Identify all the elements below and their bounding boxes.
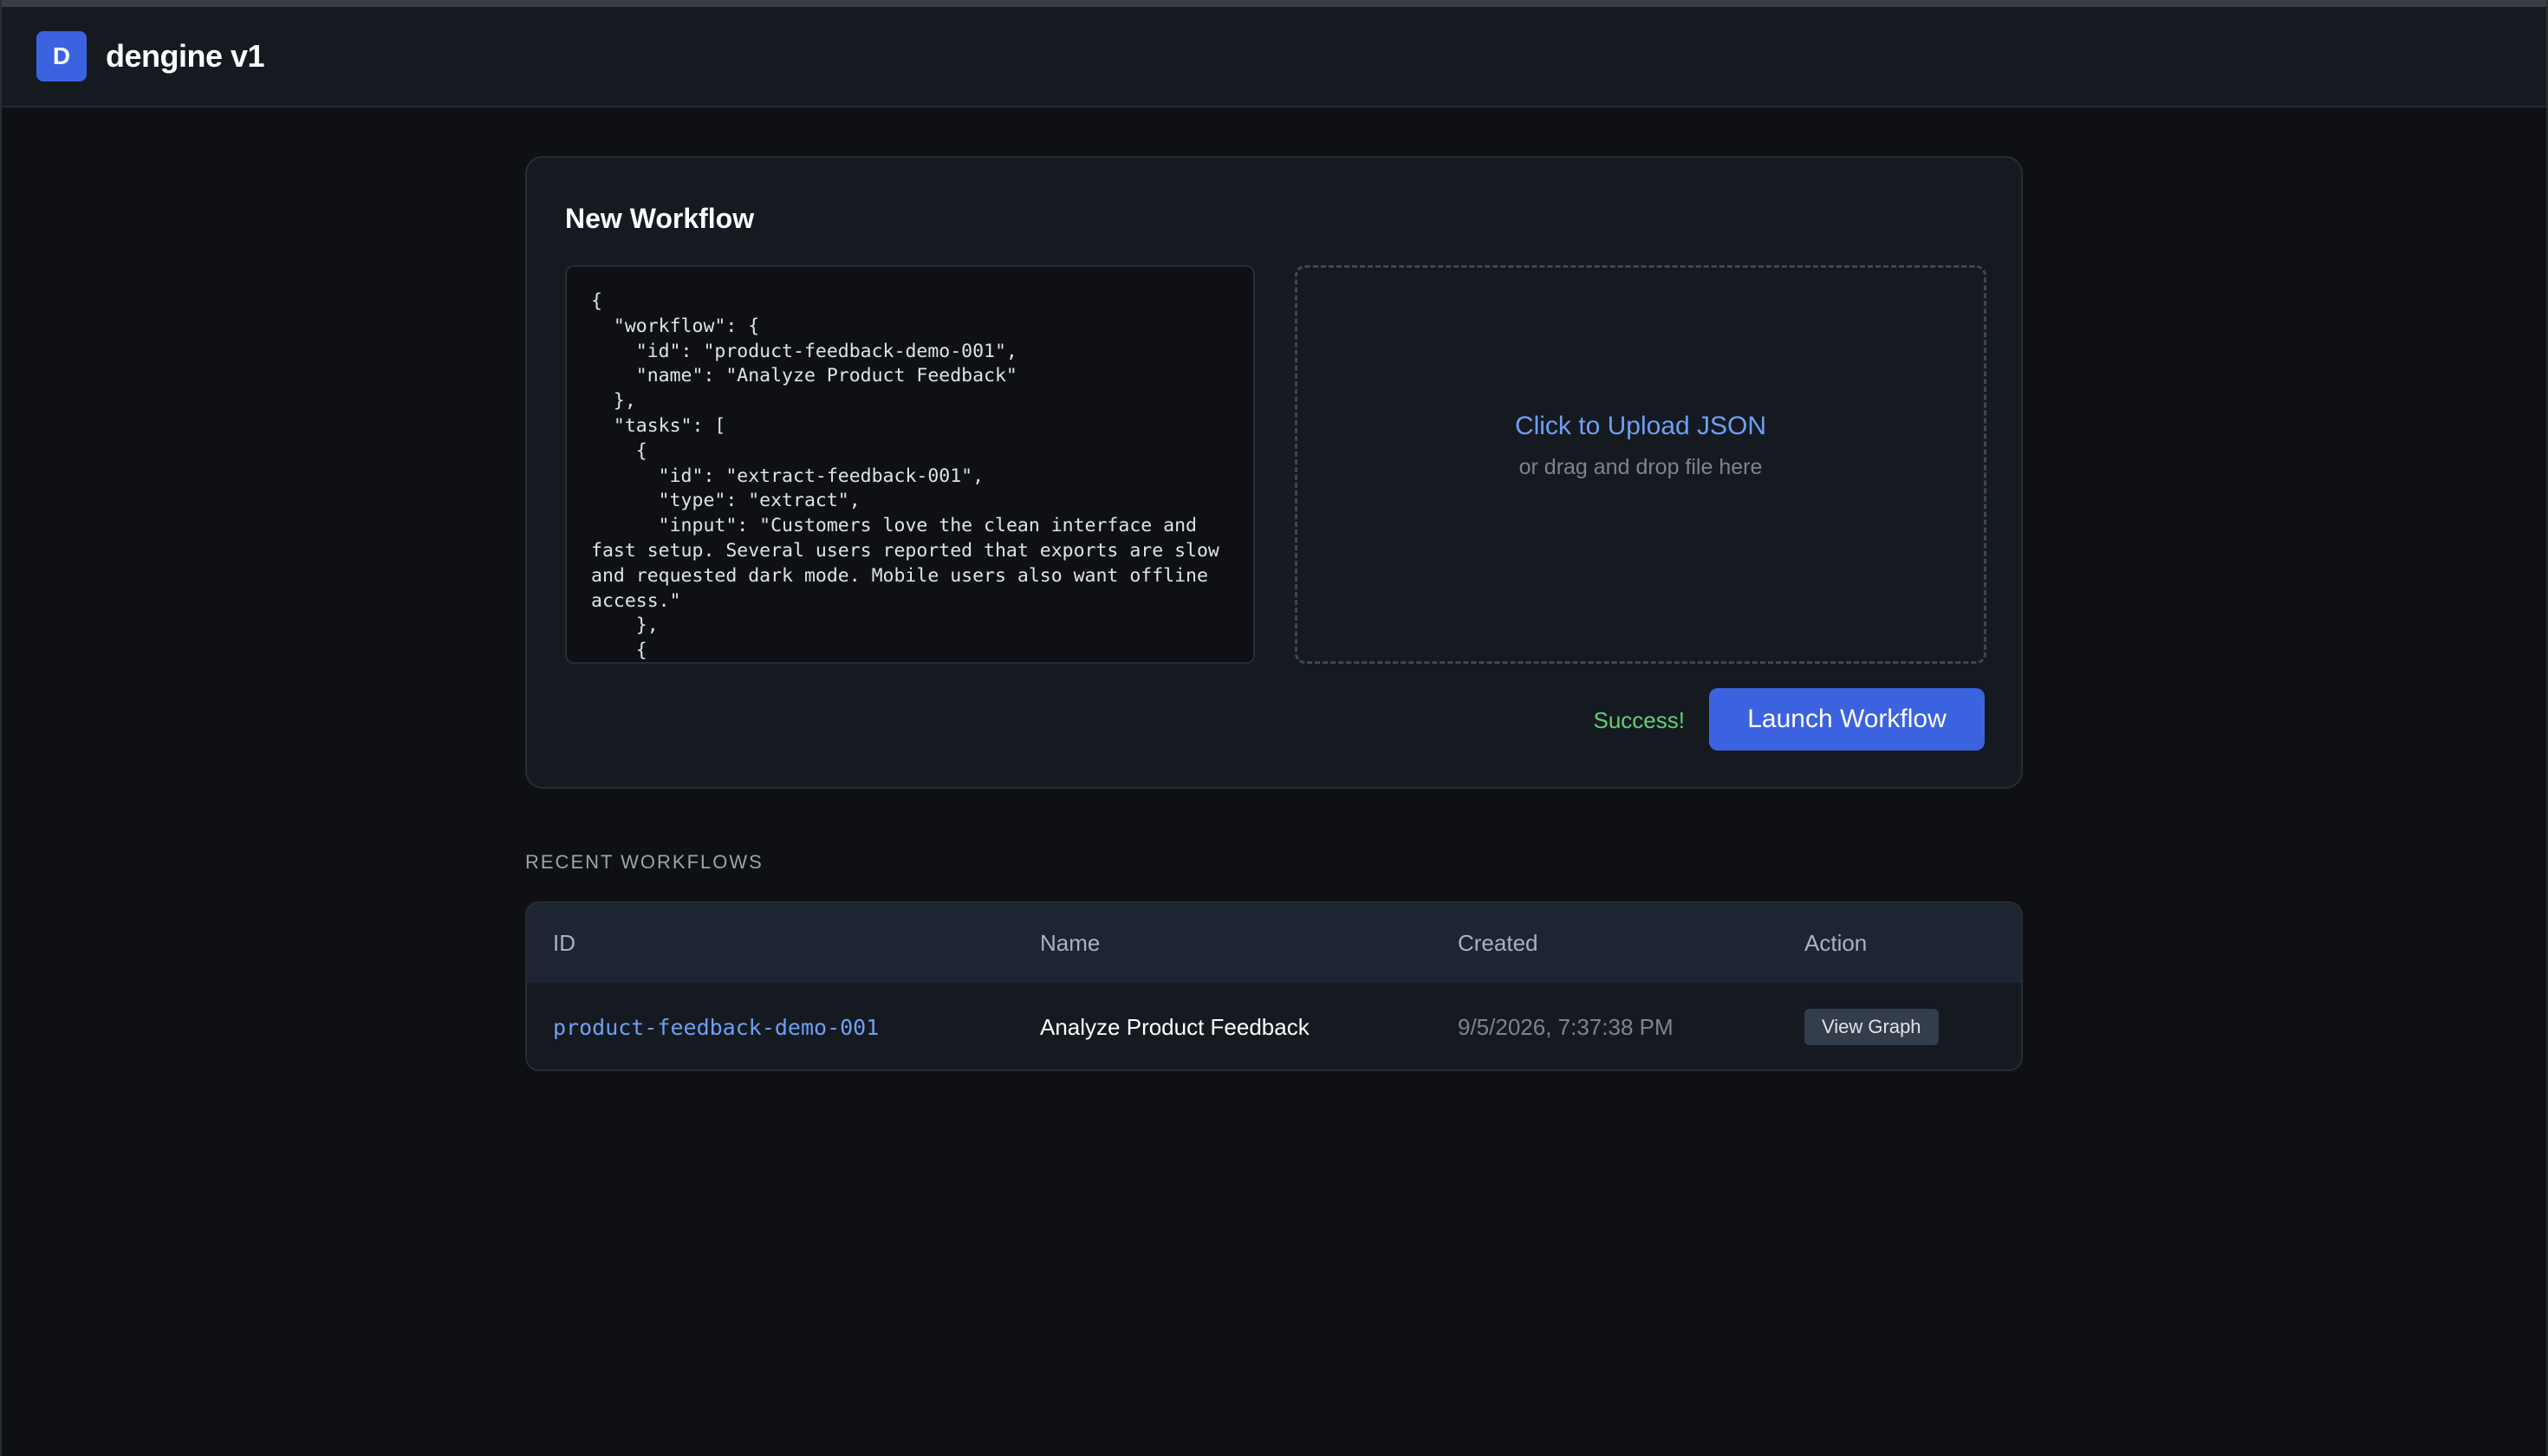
action-cell: View Graph (1804, 1009, 1939, 1045)
column-header-id: ID (553, 929, 575, 956)
view-graph-button[interactable]: View Graph (1804, 1009, 1939, 1045)
upload-hint: or drag and drop file here (1518, 454, 1763, 479)
launch-workflow-button[interactable]: Launch Workflow (1709, 688, 1985, 751)
new-workflow-card: New Workflow { "workflow": { "id": "prod… (525, 156, 2023, 789)
column-header-name: Name (1040, 929, 1101, 956)
column-header-created: Created (1458, 929, 1538, 956)
column-header-action: Action (1804, 929, 1868, 956)
workflow-json-editor[interactable]: { "workflow": { "id": "product-feedback-… (565, 265, 1255, 664)
upload-link[interactable]: Click to Upload JSON (1515, 412, 1766, 441)
recent-workflows-heading: RECENT WORKFLOWS (525, 851, 764, 873)
status-message: Success! (1593, 707, 1686, 733)
table-row: product-feedback-demo-001 Analyze Produc… (527, 983, 2021, 1069)
workflow-id-link[interactable]: product-feedback-demo-001 (553, 1015, 879, 1040)
workflow-created: 9/5/2026, 7:37:38 PM (1458, 1013, 1674, 1040)
upload-dropzone[interactable]: Click to Upload JSON or drag and drop fi… (1295, 265, 1986, 664)
table-header: ID Name Created Action (527, 903, 2021, 983)
top-bar: D dengine v1 (0, 0, 2548, 107)
recent-workflows-table: ID Name Created Action product-feedback-… (525, 901, 2023, 1071)
new-workflow-title: New Workflow (565, 203, 755, 234)
app-title: dengine v1 (106, 38, 265, 74)
workflow-name: Analyze Product Feedback (1040, 1013, 1310, 1040)
app-logo: D (36, 31, 87, 81)
